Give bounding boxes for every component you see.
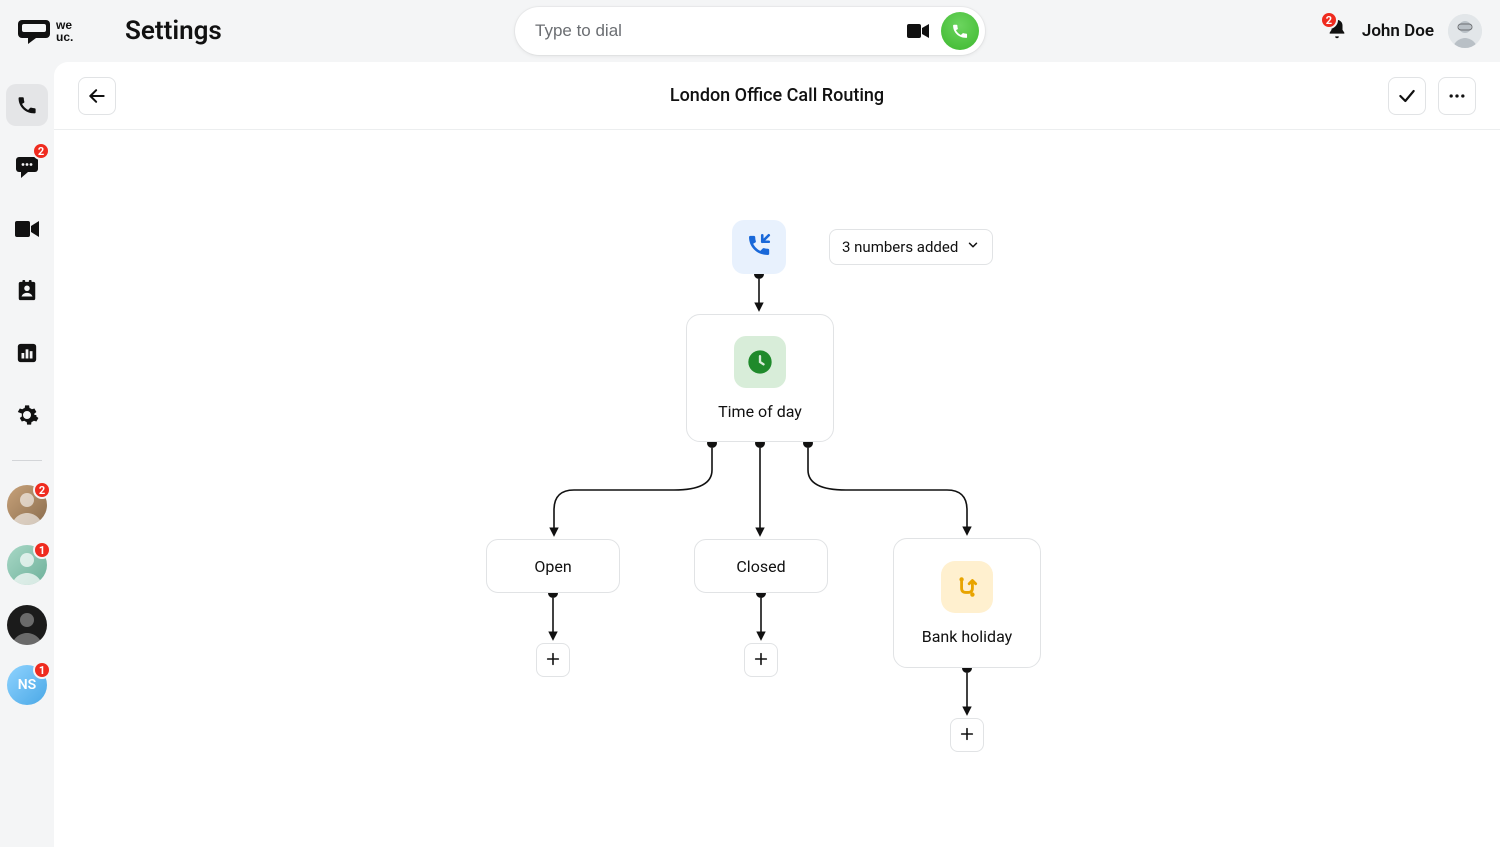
sidebar-contact-2[interactable]: 1 (7, 545, 47, 585)
dialer-bar (515, 7, 985, 55)
clock-icon (734, 336, 786, 388)
sidebar-contact-1-badge: 2 (33, 481, 51, 499)
add-step-holiday[interactable] (950, 718, 984, 752)
closed-node[interactable]: Closed (694, 539, 828, 593)
bank-holiday-node[interactable]: Bank holiday (893, 538, 1041, 668)
entry-node[interactable] (732, 220, 786, 274)
user-name[interactable]: John Doe (1362, 21, 1434, 41)
plus-icon (753, 648, 769, 672)
video-call-icon[interactable] (901, 14, 935, 48)
flow-title: London Office Call Routing (670, 85, 884, 106)
sidebar: 2 2 1 NS 1 (0, 62, 54, 847)
closed-label: Closed (736, 557, 785, 576)
sidebar-item-settings[interactable] (6, 394, 48, 436)
numbers-dropdown[interactable]: 3 numbers added (829, 229, 993, 265)
more-button[interactable] (1438, 77, 1476, 115)
sidebar-item-video[interactable] (6, 208, 48, 250)
sidebar-item-phone[interactable] (6, 84, 48, 126)
sidebar-contact-3[interactable] (7, 605, 47, 645)
flow-header: London Office Call Routing (54, 62, 1500, 130)
notifications-button[interactable]: 2 (1326, 17, 1348, 45)
sidebar-item-analytics[interactable] (6, 332, 48, 374)
plus-icon (959, 723, 975, 747)
sidebar-contact-4[interactable]: NS 1 (7, 665, 47, 705)
sidebar-contact-4-badge: 1 (33, 661, 51, 679)
open-node[interactable]: Open (486, 539, 620, 593)
add-step-closed[interactable] (744, 643, 778, 677)
route-icon (941, 561, 993, 613)
app-header: we uc. Settings 2 John Doe (0, 0, 1500, 62)
time-of-day-label: Time of day (718, 402, 802, 421)
open-label: Open (534, 557, 571, 576)
numbers-label: 3 numbers added (842, 238, 958, 256)
back-button[interactable] (78, 77, 116, 115)
flow-canvas[interactable]: 3 numbers added Time of day Open Closed (54, 130, 1500, 847)
plus-icon (545, 648, 561, 672)
sidebar-divider (12, 460, 42, 461)
dial-button[interactable] (941, 12, 979, 50)
incoming-call-icon (746, 232, 772, 262)
chat-badge: 2 (32, 142, 50, 160)
page-title: Settings (125, 16, 222, 46)
avatar[interactable] (1448, 14, 1482, 48)
add-step-open[interactable] (536, 643, 570, 677)
notifications-badge: 2 (1320, 11, 1338, 29)
time-of-day-node[interactable]: Time of day (686, 314, 834, 442)
bank-holiday-label: Bank holiday (922, 627, 1012, 646)
brand-logo: we uc. (18, 13, 103, 49)
main-panel: London Office Call Routing (54, 62, 1500, 847)
sidebar-item-chat[interactable]: 2 (6, 146, 48, 188)
svg-text:uc.: uc. (56, 30, 73, 44)
sidebar-contact-2-badge: 1 (33, 541, 51, 559)
sidebar-item-contacts[interactable] (6, 270, 48, 312)
confirm-button[interactable] (1388, 77, 1426, 115)
dial-input[interactable] (535, 21, 901, 41)
sidebar-contact-1[interactable]: 2 (7, 485, 47, 525)
chevron-down-icon (966, 238, 980, 256)
header-user-area: 2 John Doe (1326, 14, 1482, 48)
